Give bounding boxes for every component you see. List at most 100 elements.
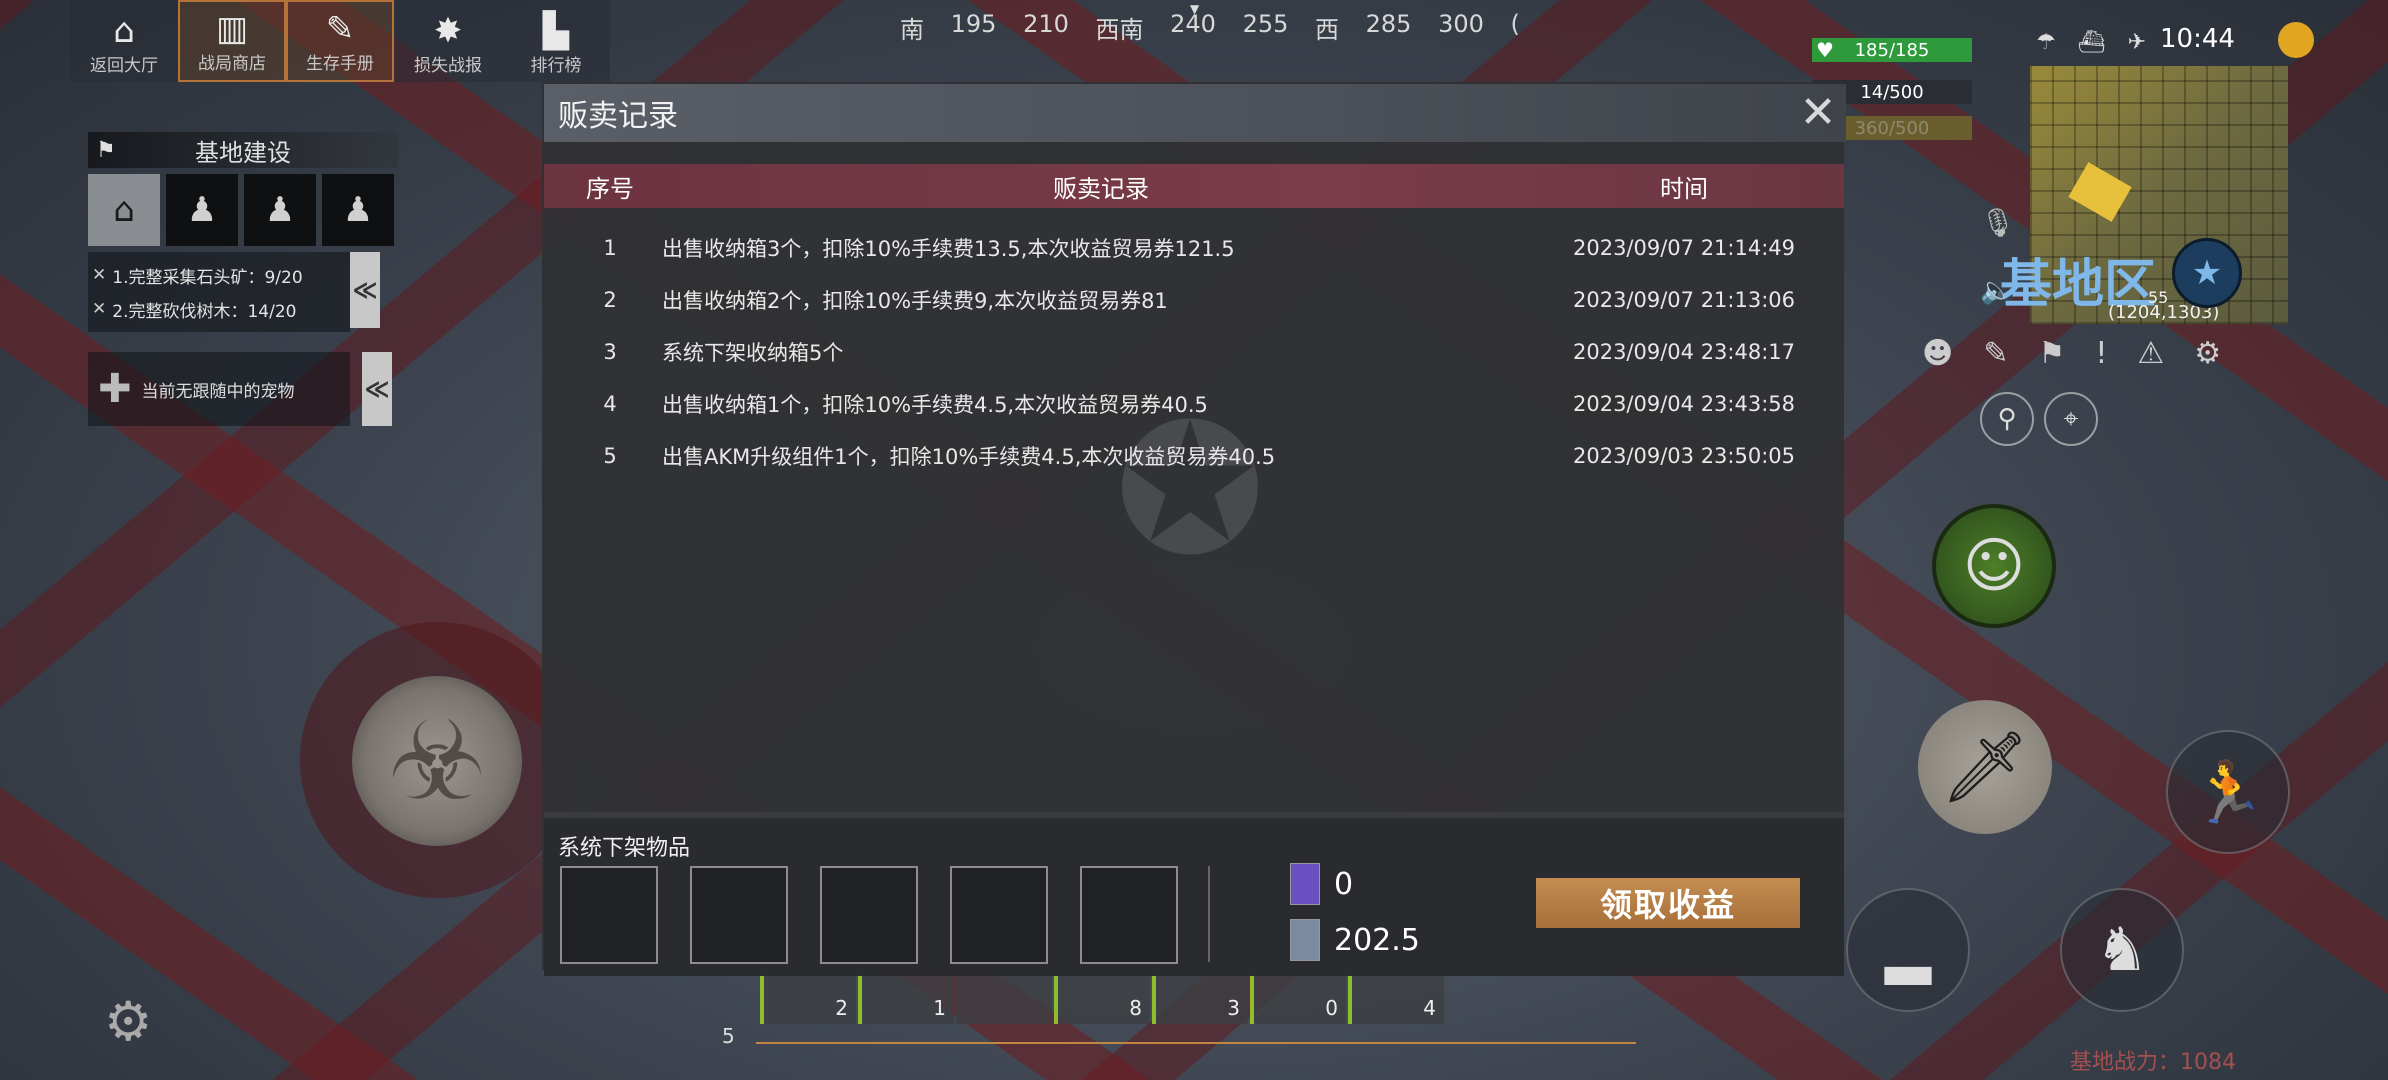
task-item[interactable]: ✕ 1.完整采集石头矿：9/20 [92,258,346,292]
removed-item-slot[interactable] [690,866,788,964]
alert-icon[interactable]: ! [2095,336,2107,371]
table-row: 5 出售AKM升级组件1个，扣除10%手续费4.5,本次收益贸易券40.5 20… [544,430,1844,482]
column-header-record: 贩卖记录 [1053,174,1149,203]
nav-loss-report[interactable]: ✸ 损失战报 [394,0,502,82]
crouch-button[interactable]: ♞ [2060,888,2184,1012]
add-member-slot[interactable]: ♟ [244,174,316,246]
settings-icon[interactable]: ⚙ [2194,336,2221,371]
top-nav: ⌂ 返回大厅 ▥ 战局商店 ✎ 生存手册 ✸ 损失战报 ▙ 排行榜 [70,0,610,84]
base-shield-icon[interactable]: ★ [2172,238,2242,308]
row-time: 2023/09/07 21:13:06 [1572,288,1796,312]
dialog-title: 贩卖记录 [558,99,678,134]
close-icon: ✕ [92,265,107,285]
mask-icon[interactable]: ☻ [1922,336,1953,371]
compass-label: 285 [1365,10,1412,38]
hotbar-slot[interactable]: 1 [858,972,954,1024]
compass-label: 西南 [1095,16,1144,44]
build-slots: ⌂ ♟ ♟ ♟ [88,174,398,246]
prone-button[interactable]: ▂ [1846,888,1970,1012]
row-index: 4 [603,392,617,416]
hotbar-count: 2 [835,996,848,1020]
collapse-tasks-button[interactable]: ≪ [350,252,380,328]
map-settings-icon[interactable]: ⚙ [104,990,152,1053]
hotbar-slot[interactable] [956,972,1052,1024]
table-row: 4 出售收纳箱1个，扣除10%手续费4.5,本次收益贸易券40.5 2023/0… [544,378,1844,430]
nav-label: 排行榜 [530,56,582,76]
melee-attack-button[interactable]: 🗡 [1918,700,2052,834]
compass-label: 195 [950,10,997,38]
hotbar-slot[interactable]: 4 [1348,972,1444,1024]
row-time: 2023/09/03 23:50:05 [1572,444,1796,468]
nav-handbook[interactable]: ✎ 生存手册 [286,0,394,82]
warning-icon[interactable]: ⚠ [2137,336,2164,371]
table-row: 1 出售收纳箱3个，扣除10%手续费13.5,本次收益贸易券121.5 2023… [544,222,1844,274]
knife-icon: 🗡 [1940,725,2030,808]
purple-card-icon [1290,863,1320,905]
row-record: 出售AKM升级组件1个，扣除10%手续费4.5,本次收益贸易券40.5 [662,445,1276,469]
loss-report-icon: ✸ [433,11,463,51]
speaker-muted-icon[interactable]: 🔈 [1980,276,2012,306]
removed-item-slot[interactable] [820,866,918,964]
removed-item-slot[interactable] [950,866,1048,964]
nav-label: 生存手册 [306,54,374,74]
crouch-icon: ♞ [2095,915,2149,985]
hotbar-slot[interactable]: 8 [1054,972,1150,1024]
hotbar-left-number: 5 [722,1024,735,1048]
add-member-slot[interactable]: ♟ [322,174,394,246]
row-time: 2023/09/04 23:43:58 [1572,392,1796,416]
close-icon: ✕ [92,299,107,319]
flag-icon[interactable]: ⚑ [2038,336,2065,371]
removed-item-slot[interactable] [1080,866,1178,964]
pet-status[interactable]: ✚ 当前无跟随中的宠物 [88,352,350,426]
currency-purple: 0 [1290,863,1354,905]
close-icon: ✕ [1799,86,1837,138]
removed-items-label: 系统下架物品 [558,836,691,861]
row-record: 系统下架收纳箱5个 [662,341,844,365]
row-record: 出售收纳箱1个，扣除10%手续费4.5,本次收益贸易券40.5 [662,393,1208,417]
biohazard-icon: ☣ [387,697,487,825]
close-button[interactable]: ✕ [1796,86,1840,138]
bandage-icon[interactable]: ✎ [1983,336,2008,371]
hotbar: 2 1 8 3 0 4 [760,972,1590,1024]
task-text: 1.完整采集石头矿：9/20 [112,267,303,288]
mic-muted-icon[interactable]: 🎙 [1980,206,2016,239]
health-value: 185/185 [1854,39,1930,61]
column-header-time: 时间 [1660,174,1708,203]
dialog-title-bar: 贩卖记录 [544,84,1846,142]
stat-value: 360/500 [1854,117,1930,139]
currency-value: 202.5 [1334,922,1420,958]
task-item[interactable]: ✕ 2.完整砍伐树木：14/20 [92,292,346,326]
add-member-slot[interactable]: ♟ [166,174,238,246]
collapse-pet-button[interactable]: ≪ [362,352,392,426]
nav-shop[interactable]: ▥ 战局商店 [178,0,286,82]
handbook-icon: ✎ [325,9,355,49]
claim-earnings-button[interactable]: 领取收益 [1536,878,1800,928]
currency-value: 0 [1334,866,1354,902]
hotbar-slot[interactable]: 0 [1250,972,1346,1024]
biohazard-button[interactable]: ☣ [352,676,522,846]
hotbar-slot[interactable]: 3 [1152,972,1248,1024]
prone-icon: ▂ [1884,915,1932,985]
compass-label: ( [1510,10,1520,38]
shop-icon: ▥ [215,9,249,49]
nav-return-lobby[interactable]: ⌂ 返回大厅 [70,0,178,82]
currency-trade-ticket: 202.5 [1290,919,1420,961]
revive-button[interactable]: ☺ [1932,504,2056,628]
health-bar: 185/185 [1812,38,1972,62]
compass-label: 210 [1023,10,1069,38]
home-add-icon: ⌂ [113,190,135,230]
hotbar-slot[interactable]: 2 [760,972,856,1024]
add-person-icon: ♟ [342,190,374,230]
compass-label: 300 [1438,10,1484,38]
compass-label: 西 [1315,16,1339,44]
jump-button[interactable]: 🏃 [2166,730,2290,854]
bike-icon[interactable]: ⚲ [1980,392,2034,446]
removed-item-slot[interactable] [560,866,658,964]
sun-icon [2278,22,2314,58]
nav-leaderboard[interactable]: ▙ 排行榜 [502,0,610,82]
table-row: 2 出售收纳箱2个，扣除10%手续费9,本次收益贸易券81 2023/09/07… [544,274,1844,326]
row-record: 出售收纳箱2个，扣除10%手续费9,本次收益贸易券81 [662,289,1168,313]
location-icon[interactable]: ⌖ [2044,392,2098,446]
add-building-button[interactable]: ⌂ [88,174,160,246]
base-build-header[interactable]: ⚑ 基地建设 [88,132,398,168]
